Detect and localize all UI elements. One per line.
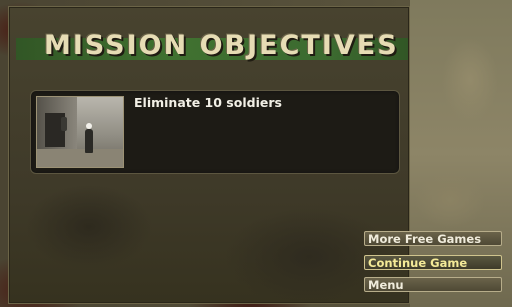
objective-thumbnail	[36, 96, 124, 168]
more-free-games-button[interactable]: More Free Games	[364, 231, 502, 246]
continue-game-button[interactable]: Continue Game	[364, 255, 502, 270]
page-title: MISSION OBJECTIVES	[44, 30, 399, 61]
thumbnail-floor	[37, 149, 123, 167]
thumbnail-soldier-far	[61, 117, 67, 131]
menu-button[interactable]: Menu	[364, 277, 502, 292]
thumbnail-soldier-near	[85, 123, 93, 153]
objective-label: Eliminate 10 soldiers	[134, 95, 282, 110]
